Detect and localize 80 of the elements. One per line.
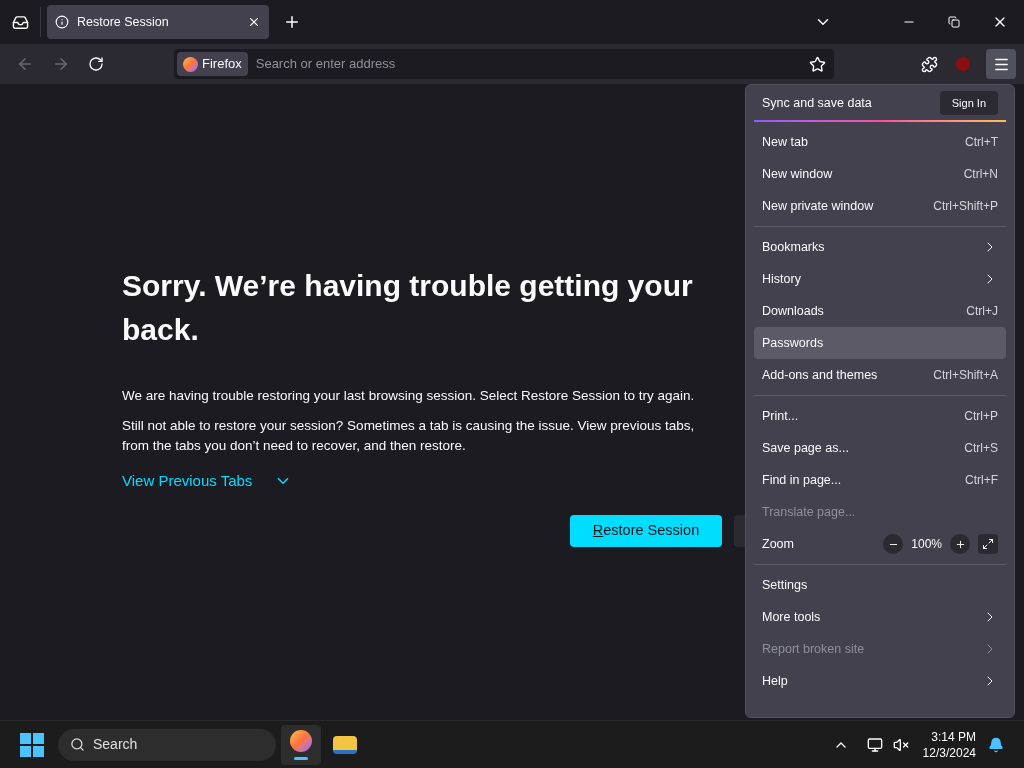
info-icon xyxy=(55,15,69,29)
muted-speaker-icon[interactable] xyxy=(892,736,909,753)
menu-item-label: New private window xyxy=(762,197,875,215)
plus-icon xyxy=(954,538,966,550)
menu-button[interactable] xyxy=(986,49,1016,79)
menu-item-label: Downloads xyxy=(762,302,825,320)
menu-item[interactable]: Save page as... Ctrl+S xyxy=(754,432,1006,464)
restore-icon[interactable] xyxy=(948,16,960,28)
menu-item[interactable]: Help xyxy=(754,665,1006,697)
notification-bell-icon[interactable] xyxy=(988,736,1004,753)
shortcut-text: Ctrl+Shift+P xyxy=(933,198,998,215)
menu-item[interactable]: Settings xyxy=(754,569,1006,601)
menu-item-label: Settings xyxy=(762,576,809,594)
reload-icon[interactable] xyxy=(88,56,104,72)
shortcut-text: Ctrl+Shift+A xyxy=(933,367,998,384)
menu-item[interactable]: Bookmarks xyxy=(754,231,1006,263)
menu-item-label: History xyxy=(762,270,802,288)
network-icon[interactable] xyxy=(866,736,883,753)
menu-item[interactable]: New window Ctrl+N xyxy=(754,158,1006,190)
taskbar-search-field[interactable]: Search xyxy=(58,728,276,761)
address-field[interactable]: Firefox Search or enter address xyxy=(174,49,834,79)
forward-icon[interactable] xyxy=(52,55,70,73)
expand-icon xyxy=(982,538,994,550)
sync-label: Sync and save data xyxy=(762,94,873,112)
zoom-level: 100% xyxy=(911,536,942,553)
menu-item-label: New tab xyxy=(762,133,809,151)
menu-item-label: Print... xyxy=(762,407,800,425)
shortcut-text: Ctrl+N xyxy=(963,166,998,183)
menu-item[interactable]: Find in page... Ctrl+F xyxy=(754,464,1006,496)
menu-item[interactable]: New tab Ctrl+T xyxy=(754,126,1006,158)
tray-icon xyxy=(11,13,29,31)
search-placeholder: Search xyxy=(93,735,138,754)
zoom-in-button[interactable] xyxy=(950,534,970,554)
menu-item-label: Report broken site xyxy=(762,640,866,658)
shortcut-text: Ctrl+P xyxy=(964,408,998,425)
menu-item-label: Zoom xyxy=(762,535,795,553)
menu-item-label: Passwords xyxy=(762,334,825,352)
browser-tab[interactable]: Restore Session xyxy=(47,5,269,39)
menu-item-label: Translate page... xyxy=(762,503,857,521)
menu-item[interactable]: Add-ons and themes Ctrl+Shift+A xyxy=(754,359,1006,391)
clock-time[interactable]: 3:14 PM xyxy=(931,728,976,745)
menu-item[interactable]: Zoom 100% xyxy=(754,528,1006,560)
restore-session-button[interactable]: Restore Session xyxy=(570,514,722,547)
menu-item-label: New window xyxy=(762,165,834,183)
close-icon[interactable] xyxy=(247,15,261,29)
menu-item[interactable]: Passwords xyxy=(754,327,1006,359)
firefox-logo-icon xyxy=(183,56,198,72)
shortcut-text: Ctrl+F xyxy=(965,472,998,489)
menu-item-label: Help xyxy=(762,672,789,690)
fullscreen-button[interactable] xyxy=(978,534,998,554)
shortcut-text: Ctrl+T xyxy=(965,134,998,151)
menu-item[interactable]: Downloads Ctrl+J xyxy=(754,295,1006,327)
menu-item[interactable]: History xyxy=(754,263,1006,295)
bookmark-star-icon[interactable] xyxy=(809,55,826,73)
tab-title: Restore Session xyxy=(77,13,170,31)
menu-item-label: Find in page... xyxy=(762,471,843,489)
new-tab-icon[interactable] xyxy=(283,13,301,31)
error-heading: Sorry. We’re having trouble getting your back. xyxy=(122,268,693,348)
menu-item-label: Bookmarks xyxy=(762,238,826,256)
body-text: We are having trouble restoring your last browsing session. Select Restore Session to try again. xyxy=(122,387,695,405)
menu-item[interactable]: More tools xyxy=(754,601,1006,633)
identity-label: Firefox xyxy=(202,55,242,74)
search-icon xyxy=(70,737,85,752)
menu-item-label: Save page as... xyxy=(762,439,850,457)
extensions-icon[interactable] xyxy=(921,55,938,73)
address-input[interactable]: Search or enter address xyxy=(255,54,809,74)
menu-item[interactable]: New private window Ctrl+Shift+P xyxy=(754,190,1006,222)
back-icon[interactable] xyxy=(16,55,34,73)
sign-in-button[interactable]: Sign In xyxy=(939,91,998,115)
shortcut-text: Ctrl+S xyxy=(964,440,998,457)
clock-date[interactable]: 12/3/2024 xyxy=(922,744,976,761)
view-tabs-link[interactable]: View Previous Tabs xyxy=(122,470,253,493)
firefox-taskbar-button[interactable] xyxy=(281,724,321,765)
menu-item-label: Add-ons and themes xyxy=(762,366,879,384)
body-text: Still not able to restore your session? Sometimes a tab is causing the issue. View previous tabs, from the tabs you don’t need to recover, and then restore. xyxy=(122,417,695,455)
shortcut-text: Ctrl+J xyxy=(966,303,998,320)
identity-chip[interactable]: Firefox xyxy=(177,52,248,76)
windows-logo-icon[interactable] xyxy=(20,732,44,757)
menu-item[interactable]: Print... Ctrl+P xyxy=(754,400,1006,432)
menu-item-label: More tools xyxy=(762,608,822,626)
